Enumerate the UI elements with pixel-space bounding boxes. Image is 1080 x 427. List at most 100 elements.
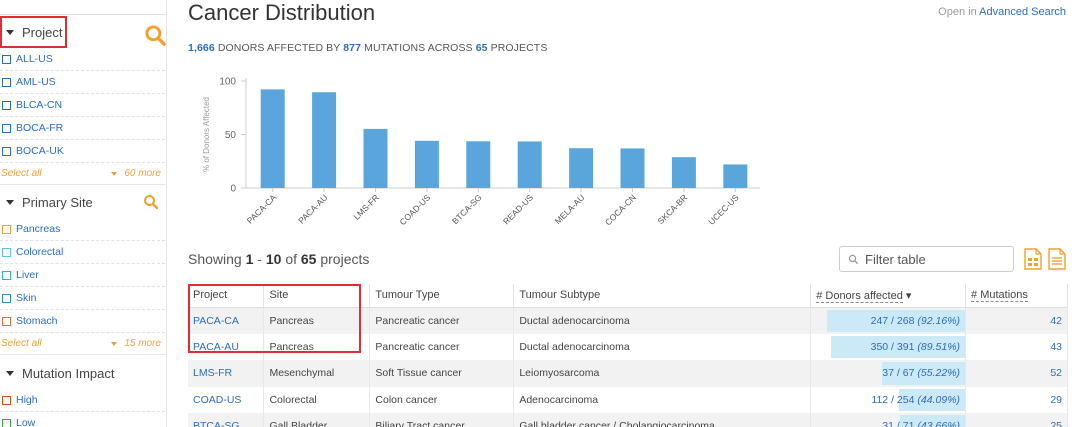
- donor-percent: (92.16%): [917, 314, 961, 327]
- search-icon[interactable]: [144, 24, 167, 47]
- facet-item-aml-us[interactable]: AML-US: [0, 71, 165, 94]
- checkbox[interactable]: [2, 270, 11, 280]
- col-tumour-subtype[interactable]: Tumour Subtype: [513, 284, 812, 308]
- filter-table-input[interactable]: [865, 251, 1005, 267]
- bar-coad-us: [414, 140, 439, 188]
- checkbox[interactable]: [2, 395, 11, 405]
- site-cell: Pancreas: [263, 333, 371, 360]
- more-link[interactable]: 15 more: [111, 338, 161, 349]
- search-icon[interactable]: [143, 194, 159, 210]
- facet-item-stomach[interactable]: Stomach: [0, 310, 165, 333]
- mutations-header-label[interactable]: # Mutations: [971, 289, 1028, 303]
- donor-ratio: 112 / 254: [871, 393, 915, 406]
- project-cell[interactable]: COAD-US: [188, 386, 265, 413]
- showing-from: 1: [245, 251, 254, 267]
- download-json-icon[interactable]: [1048, 248, 1066, 270]
- checkbox[interactable]: [2, 293, 11, 303]
- tumour-type-cell: Colon cancer: [369, 386, 515, 413]
- sort-desc-icon: ▾: [905, 289, 912, 302]
- x-tick-label: LMS-FR: [351, 192, 380, 221]
- donor-ratio: 31 / 71: [882, 420, 915, 427]
- summary-text: PROJECTS: [490, 42, 548, 54]
- x-tick-label: READ-US: [501, 192, 535, 226]
- facet-item-high[interactable]: High: [0, 389, 165, 412]
- project-cell[interactable]: BTCA-SG: [188, 413, 265, 427]
- tumour-subtype-cell: Gall bladder cancer / Cholangiocarcinoma: [513, 413, 812, 427]
- mutations-cell[interactable]: 52: [965, 360, 1068, 387]
- facet-item-all-us[interactable]: ALL-US: [0, 48, 165, 71]
- advanced-prefix: Open in: [938, 6, 977, 18]
- checkbox[interactable]: [2, 54, 11, 64]
- checkbox[interactable]: [2, 224, 11, 234]
- col-tumour-type[interactable]: Tumour Type: [369, 284, 515, 308]
- facet-primary-site-header[interactable]: Primary Site: [0, 186, 166, 218]
- y-axis-label: % of Donors Affected: [202, 97, 211, 172]
- mutations-cell[interactable]: 42: [965, 307, 1068, 334]
- donors-header-label[interactable]: # Donors affected: [816, 289, 903, 303]
- facet-item-skin[interactable]: Skin: [0, 287, 165, 310]
- facet-item-label: BLCA-CN: [16, 99, 63, 111]
- donors-cell[interactable]: 247 / 268 (92.16%): [810, 307, 967, 334]
- checkbox[interactable]: [2, 77, 11, 87]
- showing-sep: -: [257, 251, 262, 267]
- showing-suffix: projects: [320, 251, 370, 267]
- main-content: Cancer Distribution Open in Advanced Sea…: [188, 0, 1080, 427]
- facet-item-liver[interactable]: Liver: [0, 264, 165, 287]
- project-cell[interactable]: PACA-AU: [188, 333, 265, 360]
- project-cell[interactable]: PACA-CA: [188, 307, 265, 334]
- facet-item-colorectal[interactable]: Colorectal: [0, 241, 165, 264]
- donors-cell[interactable]: 350 / 391 (89.51%): [810, 333, 967, 361]
- facet-item-label: Stomach: [16, 315, 58, 327]
- select-all-link[interactable]: Select all: [1, 338, 42, 349]
- mutations-cell[interactable]: 29: [965, 386, 1068, 413]
- facet-item-label: Low: [16, 417, 36, 427]
- col-site[interactable]: Site: [263, 284, 371, 308]
- facet-item-label: Pancreas: [16, 223, 61, 235]
- facet-mutation-impact: Mutation Impact High Low: [0, 357, 166, 427]
- checkbox[interactable]: [2, 247, 11, 257]
- donor-text: 37 / 67 (55.22%): [882, 360, 960, 387]
- filter-table-box[interactable]: [839, 246, 1014, 272]
- donors-cell[interactable]: 37 / 67 (55.22%): [810, 360, 967, 387]
- more-label: 60 more: [124, 168, 161, 179]
- bar-lms-fr: [363, 128, 388, 188]
- table-row: PACA-AU Pancreas Pancreatic cancer Ductal a…: [188, 333, 1068, 361]
- facet-item-label: High: [16, 394, 38, 406]
- download-tsv-icon[interactable]: [1024, 248, 1042, 270]
- facet-item-boca-uk[interactable]: BOCA-UK: [0, 140, 165, 163]
- checkbox[interactable]: [2, 418, 11, 427]
- donors-cell[interactable]: 112 / 254 (44.09%): [810, 386, 967, 413]
- advanced-search-anchor[interactable]: Advanced Search: [979, 6, 1066, 18]
- table-row: COAD-US Colorectal Colon cancer Adenocarcin…: [188, 386, 1068, 413]
- facet-item-blca-cn[interactable]: BLCA-CN: [0, 94, 165, 117]
- facet-item-pancreas[interactable]: Pancreas: [0, 218, 165, 241]
- site-cell: Gall Bladder: [263, 413, 371, 427]
- col-donors-affected[interactable]: # Donors affected ▾: [810, 284, 967, 308]
- checkbox[interactable]: [2, 123, 11, 133]
- col-mutations[interactable]: # Mutations: [965, 284, 1068, 308]
- bar-paca-au: [312, 92, 337, 188]
- advanced-search-link[interactable]: Open in Advanced Search: [938, 6, 1066, 18]
- facet-item-low[interactable]: Low: [0, 412, 165, 427]
- more-link[interactable]: 60 more: [111, 168, 161, 179]
- page-title: Cancer Distribution: [188, 0, 376, 25]
- mutations-cell[interactable]: 25: [965, 413, 1068, 427]
- col-project[interactable]: Project: [188, 284, 265, 308]
- checkbox[interactable]: [2, 100, 11, 110]
- mutations-cell[interactable]: 43: [965, 333, 1068, 360]
- caret-down-icon: [6, 370, 14, 376]
- project-cell[interactable]: LMS-FR: [188, 360, 265, 387]
- donor-percent: (89.51%): [917, 340, 961, 353]
- checkbox[interactable]: [2, 316, 11, 326]
- checkbox[interactable]: [2, 146, 11, 156]
- tumour-type-cell: Pancreatic cancer: [369, 307, 515, 334]
- facet-item-boca-fr[interactable]: BOCA-FR: [0, 117, 165, 140]
- facet-title: Primary Site: [22, 194, 93, 210]
- donors-cell[interactable]: 31 / 71 (43.66%): [810, 413, 967, 427]
- x-tick-label: COAD-US: [398, 192, 433, 227]
- select-all-link[interactable]: Select all: [1, 168, 42, 179]
- facet-project-header[interactable]: Project: [0, 16, 67, 48]
- facet-item-label: BOCA-UK: [16, 145, 64, 157]
- donor-text: 350 / 391 (89.51%): [871, 334, 960, 361]
- facet-mutation-impact-header[interactable]: Mutation Impact: [0, 357, 166, 389]
